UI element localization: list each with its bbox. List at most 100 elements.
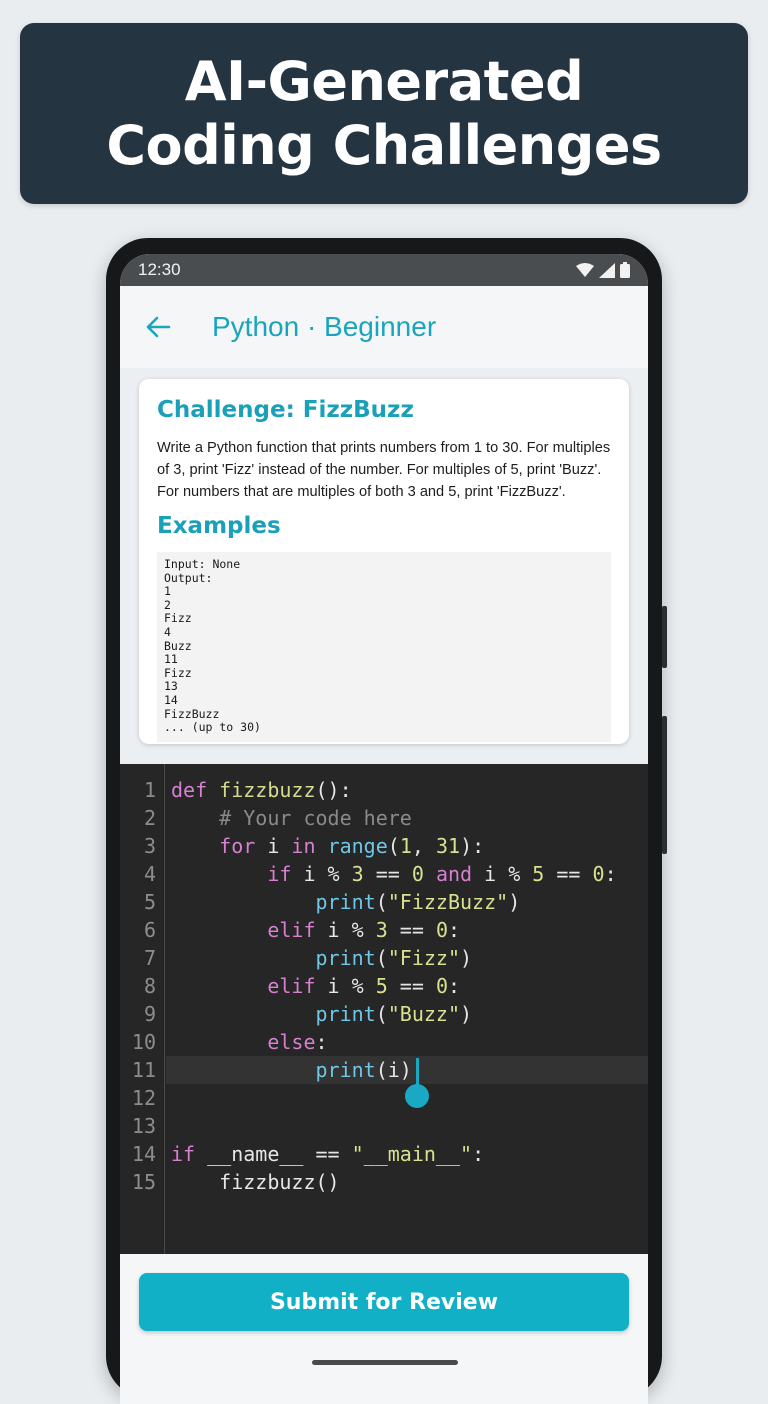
code-token: : [447, 974, 461, 998]
code-line[interactable]: 14 if __name__ == "__main__": [120, 1140, 648, 1168]
code-token: 0 [435, 974, 448, 998]
code-token: == [387, 918, 436, 942]
line-code: if i % 3 == 0 and i % 5 == 0: [171, 860, 617, 888]
line-code: elif i % 5 == 0: [171, 972, 460, 1000]
code-token: 31 [435, 834, 461, 858]
example-line: 14 [164, 692, 178, 707]
example-line: FizzBuzz [164, 706, 220, 721]
code-line[interactable]: 3 for i in range(1, 31): [120, 832, 648, 860]
cursor-drag-handle[interactable] [405, 1084, 429, 1108]
line-number: 15 [131, 1170, 156, 1194]
code-token: i [255, 834, 292, 858]
code-token: if [267, 862, 292, 886]
example-line: Input: None [164, 557, 241, 571]
code-line[interactable]: 13 [120, 1112, 648, 1140]
examples-title: Examples [157, 513, 281, 539]
volume-button [662, 606, 667, 668]
code-line[interactable]: 9 print("Buzz") [120, 1000, 648, 1028]
code-token: ) [508, 890, 521, 914]
code-token: ): [460, 834, 485, 858]
phone-screen: 12:30 Python · Beginner Challenge: FizzB… [120, 254, 648, 1404]
code-token: "__main__" [351, 1142, 473, 1166]
code-line[interactable]: 6 elif i % 3 == 0: [120, 916, 648, 944]
code-token: : [604, 862, 617, 886]
code-token: for [219, 834, 256, 858]
banner-title-line-2: Coding Challenges [106, 113, 662, 177]
power-button [662, 716, 667, 854]
line-number: 6 [143, 918, 156, 942]
code-token: 0 [592, 862, 605, 886]
line-number: 4 [143, 862, 156, 886]
app-header: Python · Beginner [120, 286, 648, 368]
code-token: and [435, 862, 473, 886]
home-indicator[interactable] [312, 1360, 458, 1365]
code-token: == [387, 974, 436, 998]
code-token: i % [472, 862, 533, 886]
challenge-title: Challenge: FizzBuzz [157, 397, 414, 423]
code-editor[interactable]: 1 def fizzbuzz(): 2 # Your code here 3 for … [120, 764, 648, 1254]
code-token: "FizzBuzz" [387, 890, 509, 914]
back-button[interactable] [138, 307, 178, 347]
code-line[interactable]: 10 else: [120, 1028, 648, 1056]
code-token: : [447, 918, 461, 942]
banner-title-line-1: AI-Generated [184, 49, 584, 113]
code-token: 3 [351, 862, 364, 886]
code-token: (): [315, 778, 352, 802]
examples-box: Input: None Output: 1 2 Fizz 4 Buzz 11 F… [157, 552, 611, 742]
example-line: Fizz [164, 611, 192, 626]
code-token: i % [315, 974, 376, 998]
arrow-left-icon [146, 316, 171, 338]
code-token: if [171, 1142, 196, 1166]
example-line: 2 [164, 597, 171, 612]
line-code: print("Buzz") [171, 1000, 473, 1028]
code-token: fizzbuzz() [171, 1170, 340, 1194]
line-code: print(i) [171, 1056, 412, 1084]
challenge-area: Challenge: FizzBuzz Write a Python funct… [120, 368, 648, 764]
code-token: 5 [375, 974, 388, 998]
code-line[interactable]: 11 print(i) [120, 1056, 648, 1084]
line-number: 1 [143, 778, 156, 802]
code-token: print [315, 1002, 376, 1026]
page-title: Python · Beginner [212, 311, 437, 342]
code-token: else [267, 1030, 316, 1054]
code-token: 5 [532, 862, 545, 886]
code-line[interactable]: 7 print("Fizz") [120, 944, 648, 972]
code-line[interactable]: 5 print("FizzBuzz") [120, 888, 648, 916]
code-token: print [315, 1058, 376, 1082]
code-token: range [327, 834, 388, 858]
submit-for-review-button[interactable]: Submit for Review [139, 1273, 629, 1331]
promo-banner: AI-Generated Coding Challenges [20, 23, 748, 204]
code-token: ( [387, 834, 400, 858]
example-line: Output: [164, 570, 213, 585]
code-token: ( [375, 890, 388, 914]
code-line[interactable]: 12 [120, 1084, 648, 1112]
code-token: fizzbuzz [219, 778, 316, 802]
code-token: in [291, 834, 316, 858]
code-line[interactable]: 1 def fizzbuzz(): [120, 776, 648, 804]
code-token: 0 [411, 862, 424, 886]
code-line[interactable]: 8 elif i % 5 == 0: [120, 972, 648, 1000]
battery-icon [620, 262, 630, 278]
line-number: 11 [131, 1058, 156, 1082]
code-line[interactable]: 15 fizzbuzz() [120, 1168, 648, 1196]
code-token: 3 [375, 918, 388, 942]
code-token: == [544, 862, 593, 886]
code-line[interactable]: 4 if i % 3 == 0 and i % 5 == 0: [120, 860, 648, 888]
code-line[interactable]: 2 # Your code here [120, 804, 648, 832]
example-line: 1 [164, 584, 171, 599]
code-token: ) [460, 946, 473, 970]
line-number: 10 [131, 1030, 156, 1054]
line-code: # Your code here [171, 804, 412, 832]
example-line: 11 [164, 652, 178, 667]
phone-frame: 12:30 Python · Beginner Challenge: FizzB… [106, 238, 667, 1404]
code-token: i % [315, 918, 376, 942]
code-token: def [171, 778, 220, 802]
status-icons [576, 262, 630, 278]
code-token: elif [267, 974, 316, 998]
